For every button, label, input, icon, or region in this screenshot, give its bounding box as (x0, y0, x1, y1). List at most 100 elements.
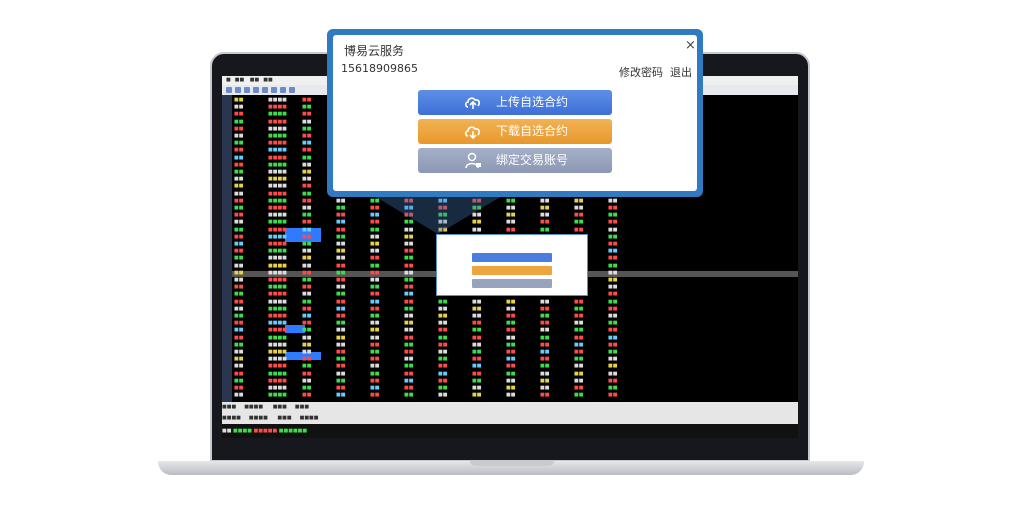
side-tab-strip[interactable] (222, 95, 232, 402)
quote-row[interactable]: ■■■■■■■■■■■■■■■■■■■■■■■■■■ (234, 378, 654, 385)
quote-cell: ■■ (336, 385, 346, 391)
quote-cell: ■■■■ (268, 104, 287, 111)
quote-cell: ■■■■ (268, 219, 287, 226)
quote-cell: ■■ (234, 341, 244, 348)
quote-cell: ■■ (472, 320, 482, 327)
quote-cell: ■■ (540, 370, 550, 377)
quote-cell: ■■ (234, 147, 244, 154)
mini-upload-button[interactable] (472, 253, 552, 262)
quote-cell: ■■ (608, 327, 618, 334)
quote-cell: ■■ (302, 284, 312, 291)
quote-row[interactable]: ■■■■■■■■■■■■■■■■■■■■■■■■■■ (234, 306, 654, 313)
quote-row[interactable]: ■■■■■■■■■■■■■■■■■■■■■■■■■■ (234, 335, 654, 342)
quote-cell: ■■ (370, 363, 380, 370)
tab[interactable]: ■■■■ (300, 413, 319, 424)
quote-cell: ■■ (608, 313, 618, 319)
quote-cell: ■■ (234, 111, 244, 118)
quote-cell: ■■ (608, 233, 618, 240)
toolbar-icon[interactable] (280, 87, 286, 93)
toolbar-icon[interactable] (226, 87, 232, 93)
menu-item[interactable]: ■■ (263, 76, 272, 85)
quote-cell: ■■ (472, 363, 482, 370)
tab[interactable]: ■■■ (273, 402, 287, 413)
quote-cell: ■■ (608, 356, 618, 363)
mini-download-button[interactable] (472, 266, 552, 275)
quote-cell: ■■■■ (268, 305, 287, 312)
quote-cell: ■■ (234, 140, 244, 147)
quote-cell: ■■ (302, 327, 312, 334)
quote-cell: ■■ (370, 377, 380, 384)
quote-row[interactable]: ■■■■■■■■■■■■■■■■■■■■■■■■■■ (234, 342, 654, 349)
toolbar-icon[interactable] (271, 87, 277, 93)
quote-row[interactable]: ■■■■■■■■■■■■■■■■■■■■■■■■■■ (234, 349, 654, 356)
change-password-link[interactable]: 修改密码 (619, 66, 663, 79)
quote-cell: ■■■■ (268, 291, 287, 298)
tab[interactable]: ■■■ (277, 413, 291, 424)
quote-cell: ■■ (234, 377, 244, 384)
quote-cell: ■■ (472, 377, 482, 384)
menu-item[interactable]: ■ (226, 76, 231, 85)
quote-row[interactable]: ■■■■■■■■■■■■■■■■■■■■■■■■■■ (234, 327, 654, 334)
quote-cell: ■■ (336, 298, 346, 305)
quote-cell: ■■ (302, 385, 312, 391)
tab[interactable]: ■■■■ (249, 413, 268, 424)
quote-cell: ■■ (234, 125, 244, 132)
quote-cell: ■■ (438, 392, 448, 399)
quote-cell: ■■ (336, 377, 346, 384)
quote-cell: ■■■■ (268, 133, 287, 139)
quote-row[interactable]: ■■■■■■■■■■■■■■■■■■■■■■■■■■ (234, 371, 654, 378)
bind-label: 绑定交易账号 (496, 153, 569, 167)
quote-row[interactable]: ■■■■■■■■■■■■■■■■■■■■■■■■■■ (234, 320, 654, 327)
tab[interactable]: ■■■ (222, 402, 236, 413)
quote-cell: ■■ (574, 377, 584, 384)
quote-cell: ■■ (608, 205, 618, 211)
quote-cell: ■■ (404, 241, 414, 247)
upload-watchlist-button[interactable]: 上传自选合约 (418, 90, 612, 115)
quote-cell: ■■ (404, 334, 414, 341)
quote-cell: ■■ (370, 370, 380, 377)
quote-cell: ■■ (608, 334, 618, 341)
quote-cell: ■■ (302, 262, 312, 269)
logout-link[interactable]: 退出 (670, 66, 692, 79)
quote-cell: ■■ (370, 349, 380, 355)
quote-cell: ■■ (608, 248, 618, 255)
quote-cell: ■■ (302, 377, 312, 384)
quote-cell: ■■ (404, 385, 414, 391)
quote-row[interactable]: ■■■■■■■■■■■■■■■■■■■■■■■■■■ (234, 356, 654, 363)
quote-cell: ■■ (472, 327, 482, 334)
quote-cell: ■■ (234, 320, 244, 327)
quote-cell: ■■ (302, 370, 312, 377)
quote-cell: ■■ (404, 313, 414, 319)
quote-cell: ■■ (608, 226, 618, 233)
tab[interactable]: ■■■ (295, 402, 309, 413)
quote-cell: ■■ (506, 205, 516, 211)
quote-cell: ■■ (302, 248, 312, 255)
quote-cell: ■■ (404, 255, 414, 262)
laptop-notch (470, 461, 554, 466)
close-icon[interactable]: × (685, 38, 696, 53)
toolbar-icon[interactable] (289, 87, 295, 93)
quote-cell: ■■ (370, 255, 380, 262)
quote-cell: ■■ (302, 269, 312, 276)
quote-row[interactable]: ■■■■■■■■■■■■■■■■■■■■■■■■■■ (234, 363, 654, 370)
quote-cell: ■■ (370, 262, 380, 269)
tab[interactable]: ■■■■ (222, 413, 241, 424)
quote-cell: ■■ (540, 313, 550, 319)
bind-trading-account-button[interactable]: 绑定交易账号 (418, 148, 612, 173)
quote-row[interactable]: ■■■■■■■■■■■■■■■■■■■■■■■■■■ (234, 299, 654, 306)
quote-row[interactable]: ■■■■■■■■■■■■■■■■■■■■■■■■■■ (234, 385, 654, 392)
menu-item[interactable]: ■■ (250, 76, 259, 85)
quote-cell: ■■ (472, 356, 482, 363)
toolbar-icon[interactable] (235, 87, 241, 93)
mini-bind-button[interactable] (472, 279, 552, 288)
quote-cell: ■■■■ (268, 205, 287, 211)
toolbar-icon[interactable] (262, 87, 268, 93)
quote-row[interactable]: ■■■■■■■■■■■■■■■■■■■■■■■■■■ (234, 392, 654, 399)
toolbar-icon[interactable] (244, 87, 250, 93)
quote-cell: ■■ (506, 327, 516, 334)
toolbar-icon[interactable] (253, 87, 259, 93)
download-watchlist-button[interactable]: 下载自选合约 (418, 119, 612, 144)
menu-item[interactable]: ■■ (235, 76, 244, 85)
quote-row[interactable]: ■■■■■■■■■■■■■■■■■■■■■■■■■■ (234, 313, 654, 320)
tab[interactable]: ■■■■ (244, 402, 263, 413)
